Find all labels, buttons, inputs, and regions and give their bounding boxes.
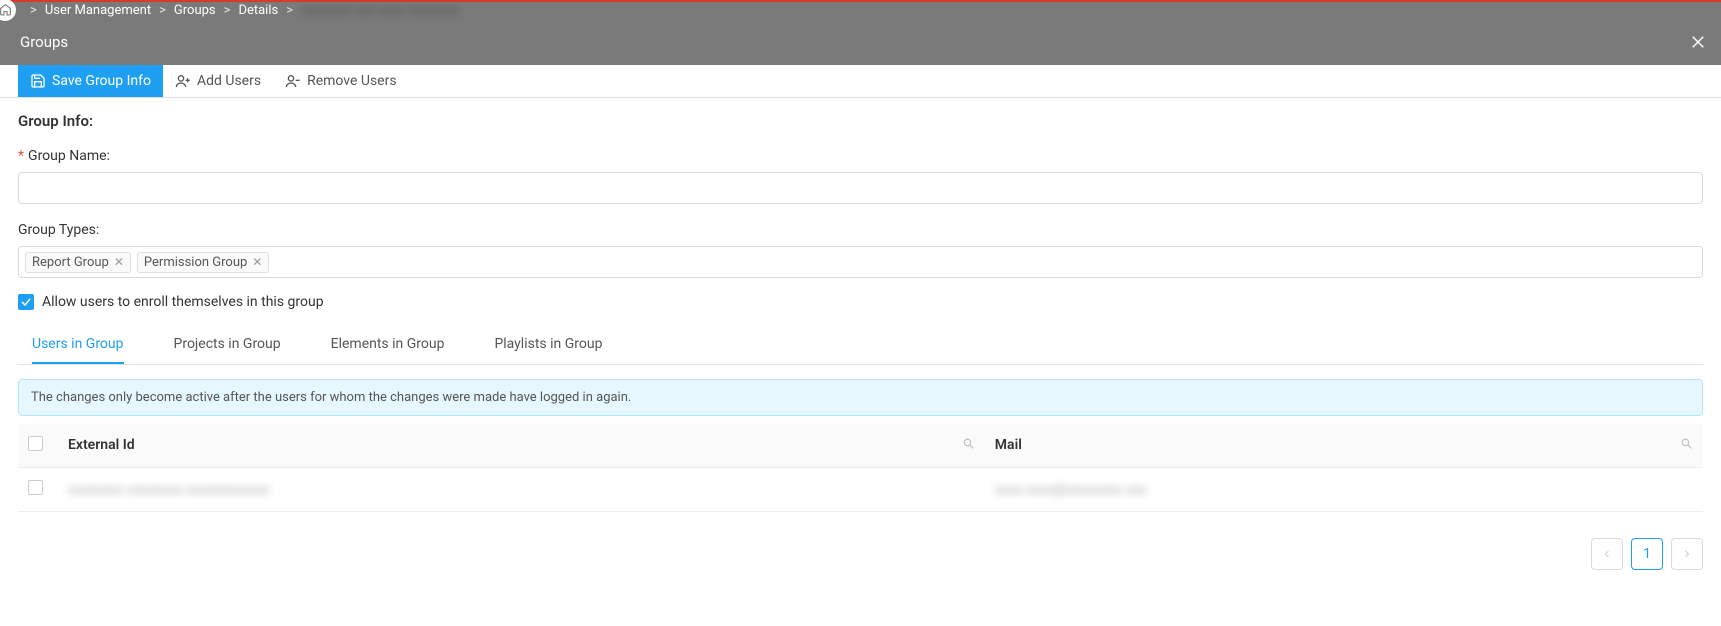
table-row[interactable]: xxxxxxxx.xxxxxxxx.xxxxxxxxxxxx xxxx.xxxx… (18, 468, 1703, 512)
chevron-right-icon: > (30, 3, 37, 18)
tab-users-in-group[interactable]: Users in Group (32, 328, 124, 364)
close-icon[interactable] (1689, 33, 1707, 51)
chevron-right-icon: > (224, 3, 231, 18)
tab-elements-in-group[interactable]: Elements in Group (331, 328, 445, 364)
group-types-select[interactable]: Report Group ✕ Permission Group ✕ (18, 246, 1703, 278)
panel-header: Groups (0, 19, 1721, 65)
chevron-right-icon (1681, 548, 1693, 560)
column-header-external-id[interactable]: External Id (58, 424, 985, 468)
users-table: External Id Mail xxxxxxxx.xxxxxxxx.xxxxx… (18, 424, 1703, 512)
tab-projects-in-group[interactable]: Projects in Group (174, 328, 281, 364)
breadcrumb-item[interactable]: Details (238, 3, 278, 18)
save-group-info-button[interactable]: Save Group Info (18, 65, 163, 97)
chevron-left-icon (1601, 548, 1613, 560)
remove-users-label: Remove Users (307, 73, 397, 89)
allow-enroll-row[interactable]: Allow users to enroll themselves in this… (18, 294, 1703, 310)
tag-label: Report Group (32, 255, 109, 270)
save-icon (30, 73, 46, 89)
group-name-label: *Group Name: (18, 148, 1703, 164)
user-plus-icon (175, 73, 191, 89)
pagination: 1 (0, 526, 1721, 588)
pagination-next[interactable] (1671, 538, 1703, 570)
search-icon[interactable] (1680, 437, 1693, 454)
chevron-right-icon: > (159, 3, 166, 18)
save-button-label: Save Group Info (52, 73, 151, 89)
panel-title: Groups (20, 33, 68, 51)
group-types-label: Group Types: (18, 222, 1703, 238)
home-icon-circle[interactable] (0, 0, 16, 21)
pagination-prev[interactable] (1591, 538, 1623, 570)
tag-remove-icon[interactable]: ✕ (114, 255, 124, 269)
tag-permission-group: Permission Group ✕ (137, 252, 269, 273)
cell-external-id: xxxxxxxx.xxxxxxxx.xxxxxxxxxxxx (68, 482, 270, 498)
section-title: Group Info: (18, 112, 1703, 130)
remove-users-button[interactable]: Remove Users (273, 65, 409, 97)
add-users-button[interactable]: Add Users (163, 65, 273, 97)
group-name-input[interactable] (18, 172, 1703, 204)
user-minus-icon (285, 73, 301, 89)
cell-mail: xxxx.xxxx@xxxxxxxx.xxx (995, 482, 1147, 498)
tag-remove-icon[interactable]: ✕ (252, 255, 262, 269)
add-users-label: Add Users (197, 73, 261, 89)
allow-enroll-label: Allow users to enroll themselves in this… (42, 294, 324, 310)
pagination-page-1[interactable]: 1 (1631, 538, 1663, 570)
column-header-mail[interactable]: Mail (985, 424, 1703, 468)
tab-bar: Users in Group Projects in Group Element… (18, 328, 1703, 365)
tag-label: Permission Group (144, 255, 247, 270)
search-icon[interactable] (962, 437, 975, 454)
chevron-right-icon: > (286, 3, 293, 18)
breadcrumb-bar: > User Management > Groups > Details > x… (0, 0, 1721, 19)
required-asterisk: * (18, 148, 24, 164)
tag-report-group: Report Group ✕ (25, 252, 131, 273)
select-all-checkbox[interactable] (28, 436, 43, 451)
breadcrumb-item[interactable]: Groups (174, 3, 216, 18)
content-area: Group Info: *Group Name: Group Types: Re… (0, 98, 1721, 526)
row-checkbox[interactable] (28, 480, 43, 495)
checkbox-checked-icon[interactable] (18, 294, 34, 310)
toolbar: Save Group Info Add Users Remove Users (0, 65, 1721, 98)
breadcrumb-item[interactable]: User Management (45, 3, 151, 18)
home-icon (0, 3, 12, 16)
breadcrumb-item-current: xxxxxxxx xxx xxxx xxxxxxxx (301, 3, 459, 18)
tab-playlists-in-group[interactable]: Playlists in Group (494, 328, 602, 364)
info-banner: The changes only become active after the… (18, 379, 1703, 416)
